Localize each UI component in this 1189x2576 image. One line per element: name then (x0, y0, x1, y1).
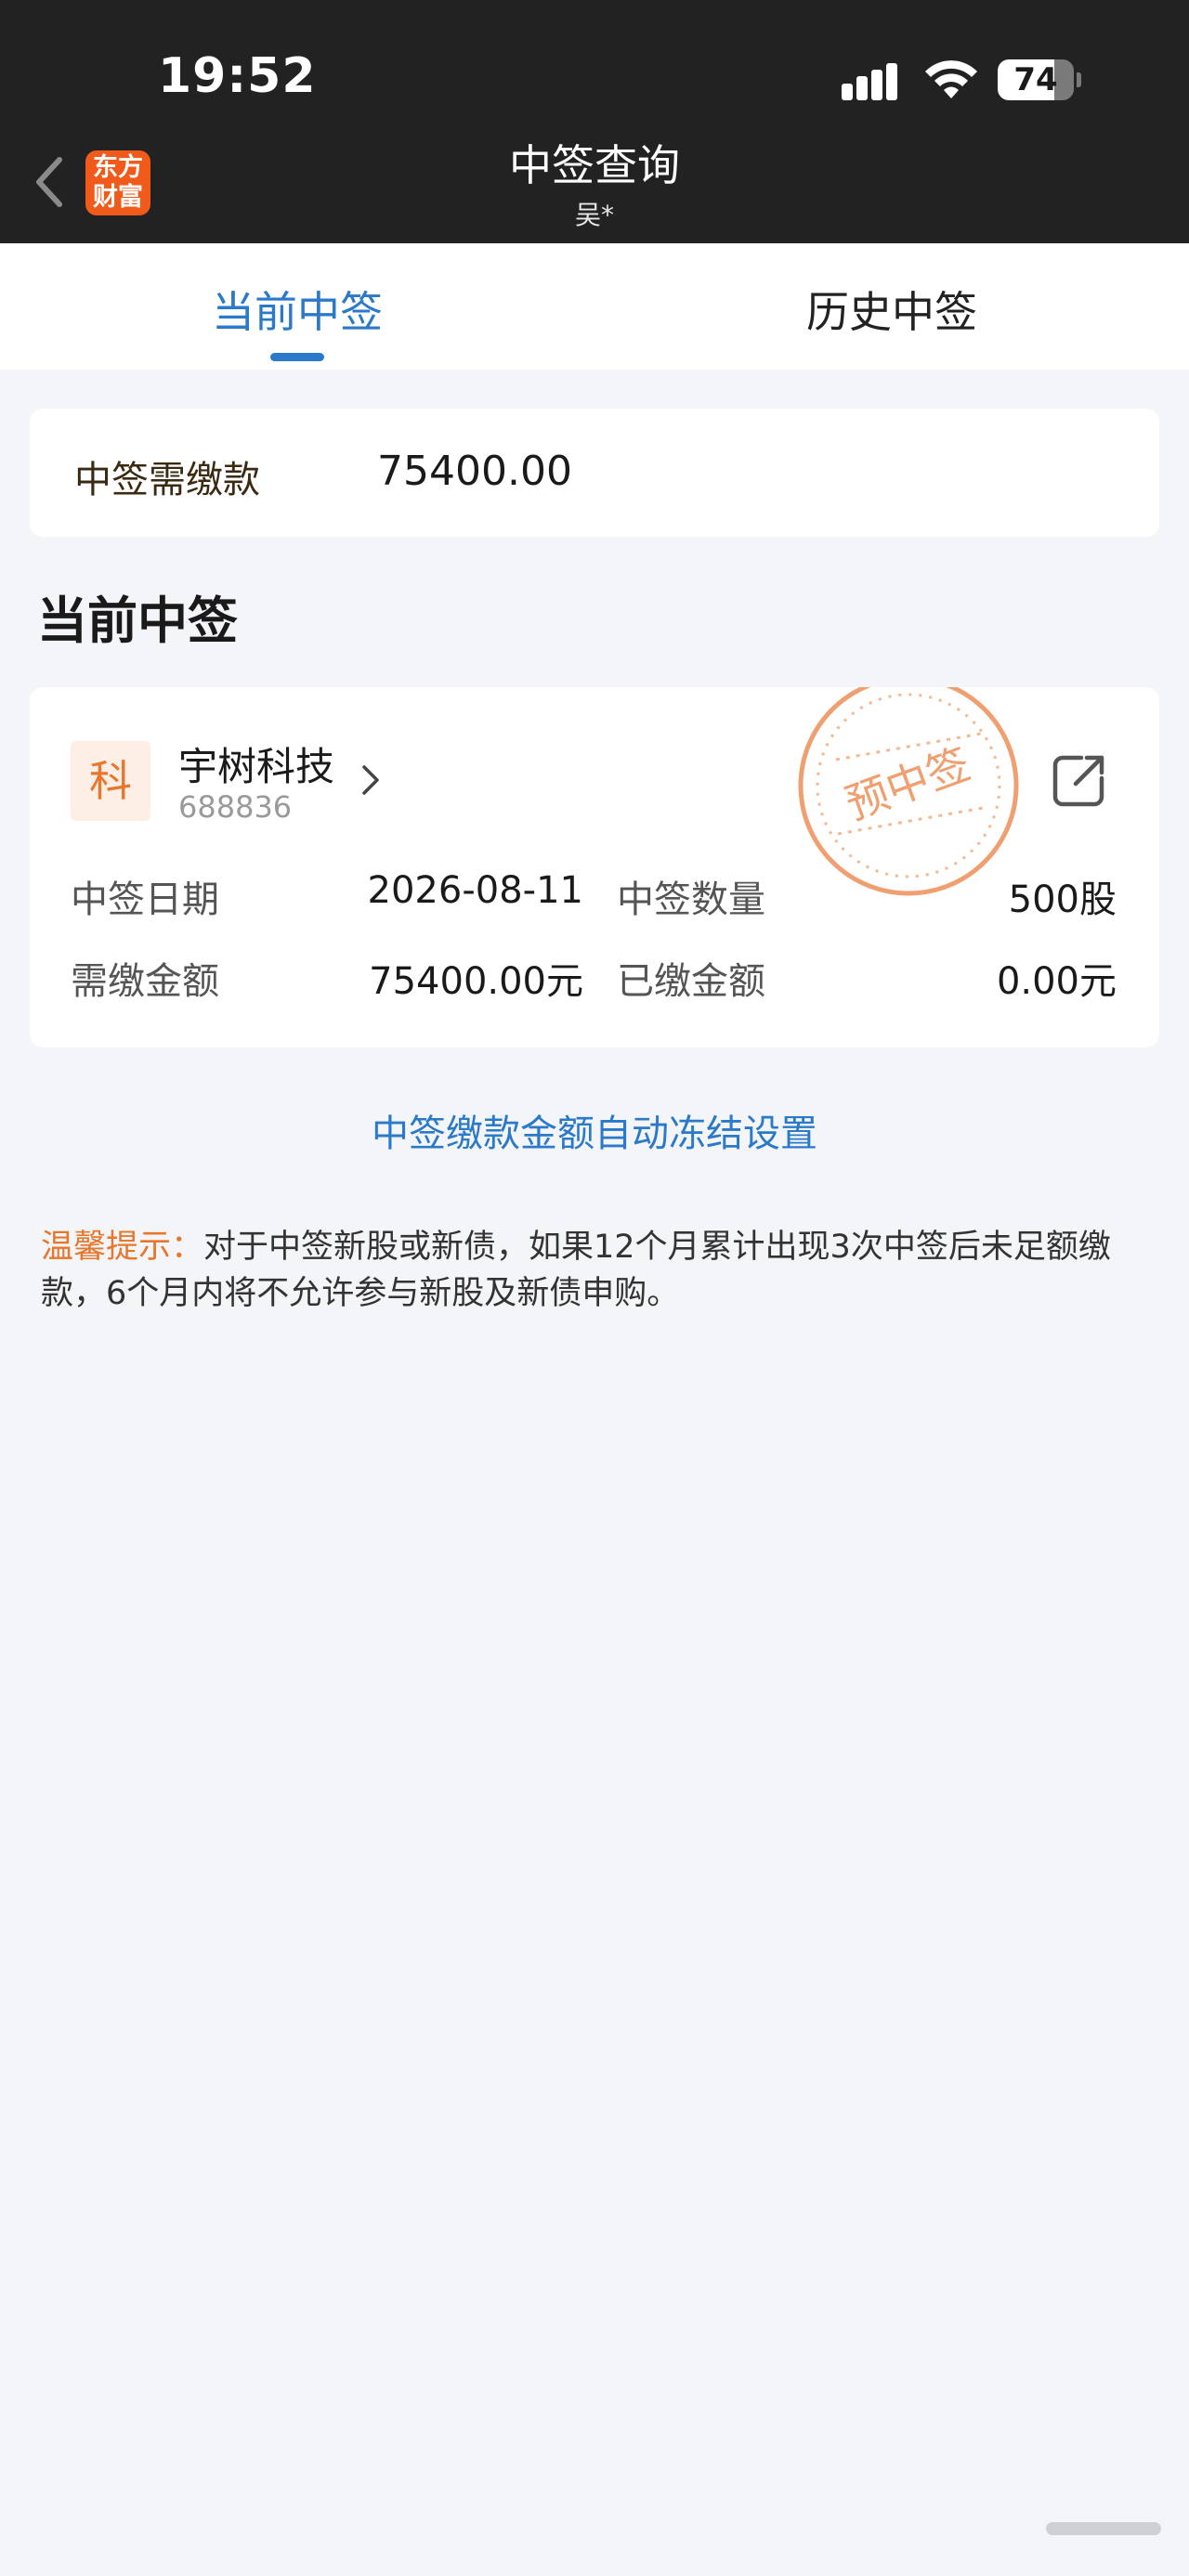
tab-active-indicator (270, 353, 324, 361)
home-indicator[interactable] (1046, 2522, 1161, 2535)
reminder-notice: 温馨提示：对于中签新股或新债，如果12个月累计出现3次中签后未足额缴款，6个月内… (41, 1224, 1156, 1317)
quantity-value: 500股 (1008, 878, 1117, 921)
payment-summary-card: 中签需缴款 75400.00 (30, 409, 1159, 537)
stock-name[interactable]: 宇树科技 (178, 735, 334, 792)
reminder-label: 温馨提示： (41, 1229, 204, 1266)
board-badge: 科 (71, 741, 150, 821)
summary-value: 75400.00 (377, 448, 572, 495)
paid-amount-label: 已缴金额 (617, 960, 765, 1003)
wifi-icon (925, 60, 977, 98)
page: 19:52 74 东方 财富 中签查询 吴* 当前中签 历史中签 中签需缴款 7… (0, 0, 1189, 2576)
stamp-label: 预中签 (839, 738, 976, 829)
tab-bar: 当前中签 历史中签 (0, 243, 1189, 370)
page-title: 中签查询 (509, 140, 680, 190)
pre-allotted-stamp: 预中签 (798, 687, 1019, 896)
cellular-signal-icon (842, 63, 899, 100)
battery-icon: 74 (998, 59, 1081, 100)
section-title: 当前中签 (37, 592, 238, 650)
allotment-card: 科 宇树科技 688836 预中签 中签日期 2026-08-11 中签数量 5… (30, 687, 1159, 1047)
summary-label: 中签需缴款 (74, 459, 260, 501)
battery-level: 74 (1013, 61, 1058, 98)
paid-amount-value: 0.00元 (996, 960, 1117, 1003)
header: 19:52 74 东方 财富 中签查询 吴* (0, 0, 1189, 243)
account-name: 吴* (574, 200, 614, 230)
due-amount-label: 需缴金额 (71, 960, 219, 1003)
quantity-label: 中签数量 (617, 878, 765, 921)
due-amount-value: 75400.00元 (369, 960, 583, 1003)
status-time: 19:52 (158, 48, 317, 104)
date-value: 2026-08-11 (367, 869, 583, 912)
stock-code: 688836 (178, 789, 293, 825)
share-icon[interactable] (1050, 750, 1109, 810)
tab-current-allotment[interactable]: 当前中签 (0, 279, 594, 340)
auto-freeze-settings-link[interactable]: 中签缴款金额自动冻结设置 (0, 1103, 1189, 1157)
date-label: 中签日期 (71, 878, 219, 921)
tab-history-allotment[interactable]: 历史中签 (594, 279, 1189, 340)
chevron-right-icon[interactable] (357, 761, 383, 799)
